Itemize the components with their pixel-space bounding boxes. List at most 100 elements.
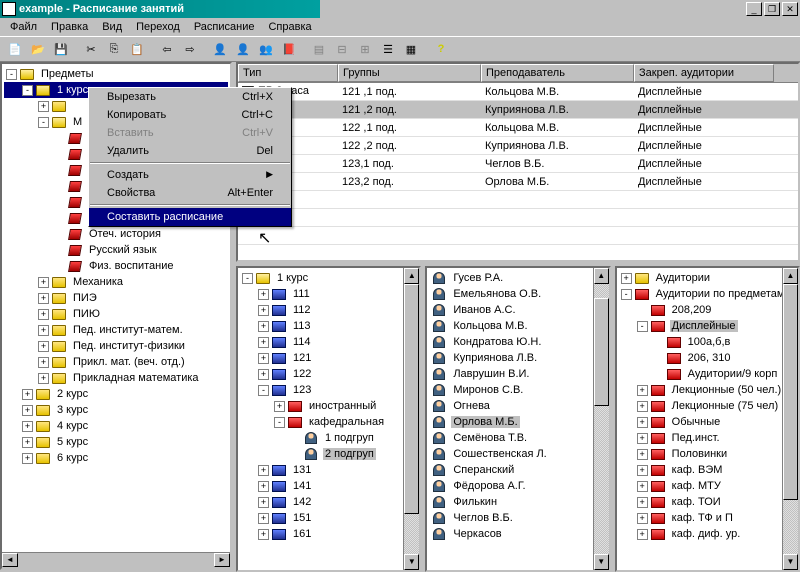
back-icon[interactable]: ⇦ [156, 38, 178, 60]
menu-item[interactable]: КопироватьCtrl+C [89, 106, 291, 124]
expand-toggle[interactable]: + [38, 309, 49, 320]
expand-toggle[interactable]: + [637, 529, 648, 540]
expand-toggle[interactable]: + [637, 433, 648, 444]
tree-item[interactable]: +Аудитории [619, 270, 796, 286]
tree-item[interactable]: +112 [240, 302, 417, 318]
col-group[interactable]: Группы [338, 64, 481, 82]
table-row[interactable]: 122 ,2 под.Куприянова Л.В.Дисплейные [238, 137, 798, 155]
expand-toggle[interactable]: + [637, 513, 648, 524]
tree-item[interactable]: Физ. воспитание [4, 258, 228, 274]
tree-item[interactable]: 2 подгруп [240, 446, 417, 462]
tree-item[interactable]: +иностранный [240, 398, 417, 414]
list-item[interactable]: Миронов С.В. [429, 382, 606, 398]
tree-item[interactable]: 1 подгруп [240, 430, 417, 446]
expand-toggle[interactable]: + [38, 293, 49, 304]
tree-item[interactable]: +Половинки [619, 446, 796, 462]
expand-toggle[interactable]: + [38, 277, 49, 288]
expand-toggle[interactable]: - [621, 289, 632, 300]
scrollbar-v[interactable]: ▲▼ [782, 268, 798, 570]
table-row[interactable]: 123,1 под.Чеглов В.Б.Дисплейные [238, 155, 798, 173]
list-item[interactable]: Семёнова Т.В. [429, 430, 606, 446]
tree-item[interactable]: +6 курс [4, 450, 228, 466]
save-icon[interactable]: 💾 [50, 38, 72, 60]
expand-toggle[interactable]: - [242, 273, 253, 284]
menu-schedule[interactable]: Расписание [188, 19, 261, 35]
tree-item[interactable]: +131 [240, 462, 417, 478]
expand-toggle[interactable]: + [258, 321, 269, 332]
scrollbar-v[interactable]: ▲▼ [403, 268, 419, 570]
tree-item[interactable]: +161 [240, 526, 417, 542]
expand-toggle[interactable]: + [274, 401, 285, 412]
menu-help[interactable]: Справка [262, 19, 317, 35]
expand-toggle[interactable]: + [637, 497, 648, 508]
expand-toggle[interactable]: - [258, 385, 269, 396]
expand-toggle[interactable]: + [258, 353, 269, 364]
expand-toggle[interactable]: + [22, 437, 33, 448]
list-item[interactable]: Кольцова М.В. [429, 318, 606, 334]
tree-item[interactable]: +Пед. институт-физики [4, 338, 228, 354]
list-item[interactable]: Черкасов [429, 526, 606, 542]
tree-item[interactable]: -123 [240, 382, 417, 398]
menu-edit[interactable]: Правка [45, 19, 94, 35]
expand-toggle[interactable]: + [38, 357, 49, 368]
expand-toggle[interactable]: + [22, 421, 33, 432]
expand-toggle[interactable]: - [38, 117, 49, 128]
tree-item[interactable]: +142 [240, 494, 417, 510]
list-item[interactable]: Орлова М.Б. [429, 414, 606, 430]
menu-view[interactable]: Вид [96, 19, 128, 35]
expand-toggle[interactable]: + [637, 465, 648, 476]
detail-icon[interactable]: ☰ [377, 38, 399, 60]
expand-toggle[interactable]: + [22, 389, 33, 400]
expand-toggle[interactable]: + [258, 497, 269, 508]
tree-item[interactable]: +151 [240, 510, 417, 526]
tree-item[interactable]: +Лекционные (75 чел) [619, 398, 796, 414]
table-row[interactable]: 122 ,1 под.Кольцова М.В.Дисплейные [238, 119, 798, 137]
scrollbar-h[interactable]: ◄► [2, 552, 230, 568]
expand-toggle[interactable]: + [22, 453, 33, 464]
list-item[interactable]: Куприянова Л.В. [429, 350, 606, 366]
expand-toggle[interactable]: - [274, 417, 285, 428]
grid-icon[interactable]: ⊞ [354, 38, 376, 60]
open-icon[interactable]: 📂 [27, 38, 49, 60]
expand-toggle[interactable]: + [637, 481, 648, 492]
list-item[interactable]: Емельянова О.В. [429, 286, 606, 302]
minimize-button[interactable]: _ [746, 2, 762, 16]
tree-item[interactable]: +122 [240, 366, 417, 382]
tree-item[interactable]: Аудитории/9 корп [619, 366, 796, 382]
tree-item[interactable]: +ПИЮ [4, 306, 228, 322]
expand-toggle[interactable]: + [637, 449, 648, 460]
menu-go[interactable]: Переход [130, 19, 186, 35]
list-item[interactable]: Филькин [429, 494, 606, 510]
expand-toggle[interactable]: + [38, 373, 49, 384]
menu-item[interactable]: ВырезатьCtrl+X [89, 88, 291, 106]
expand-toggle[interactable]: + [258, 305, 269, 316]
tree-item[interactable]: +5 курс [4, 434, 228, 450]
expand-toggle[interactable]: + [258, 465, 269, 476]
tree-item[interactable]: +каф. ВЭМ [619, 462, 796, 478]
list-icon[interactable]: ▤ [308, 38, 330, 60]
list-item[interactable]: Гусев Р.А. [429, 270, 606, 286]
tree-item[interactable]: +114 [240, 334, 417, 350]
expand-toggle[interactable]: - [6, 69, 17, 80]
menu-item[interactable]: УдалитьDel [89, 142, 291, 160]
expand-toggle[interactable]: + [38, 341, 49, 352]
scrollbar-v[interactable]: ▲▼ [593, 268, 609, 570]
tree-item[interactable]: +121 [240, 350, 417, 366]
expand-toggle[interactable]: + [38, 101, 49, 112]
list-item[interactable]: Сошественская Л. [429, 446, 606, 462]
tree-item[interactable]: 206, 310 [619, 350, 796, 366]
expand-toggle[interactable]: + [621, 273, 632, 284]
expand-toggle[interactable]: + [258, 529, 269, 540]
expand-toggle[interactable]: + [637, 417, 648, 428]
user2-icon[interactable]: 👤 [232, 38, 254, 60]
expand-toggle[interactable]: + [258, 337, 269, 348]
expand-toggle[interactable]: + [22, 405, 33, 416]
book-icon[interactable]: 📕 [278, 38, 300, 60]
tree-item[interactable]: +2 курс [4, 386, 228, 402]
tree-item[interactable]: +4 курс [4, 418, 228, 434]
tree-item[interactable]: +каф. диф. ур. [619, 526, 796, 542]
tree-item[interactable]: -Аудитории по предметам [619, 286, 796, 302]
maximize-button[interactable]: ❐ [764, 2, 780, 16]
expand-toggle[interactable]: + [637, 385, 648, 396]
menu-file[interactable]: Файл [4, 19, 43, 35]
